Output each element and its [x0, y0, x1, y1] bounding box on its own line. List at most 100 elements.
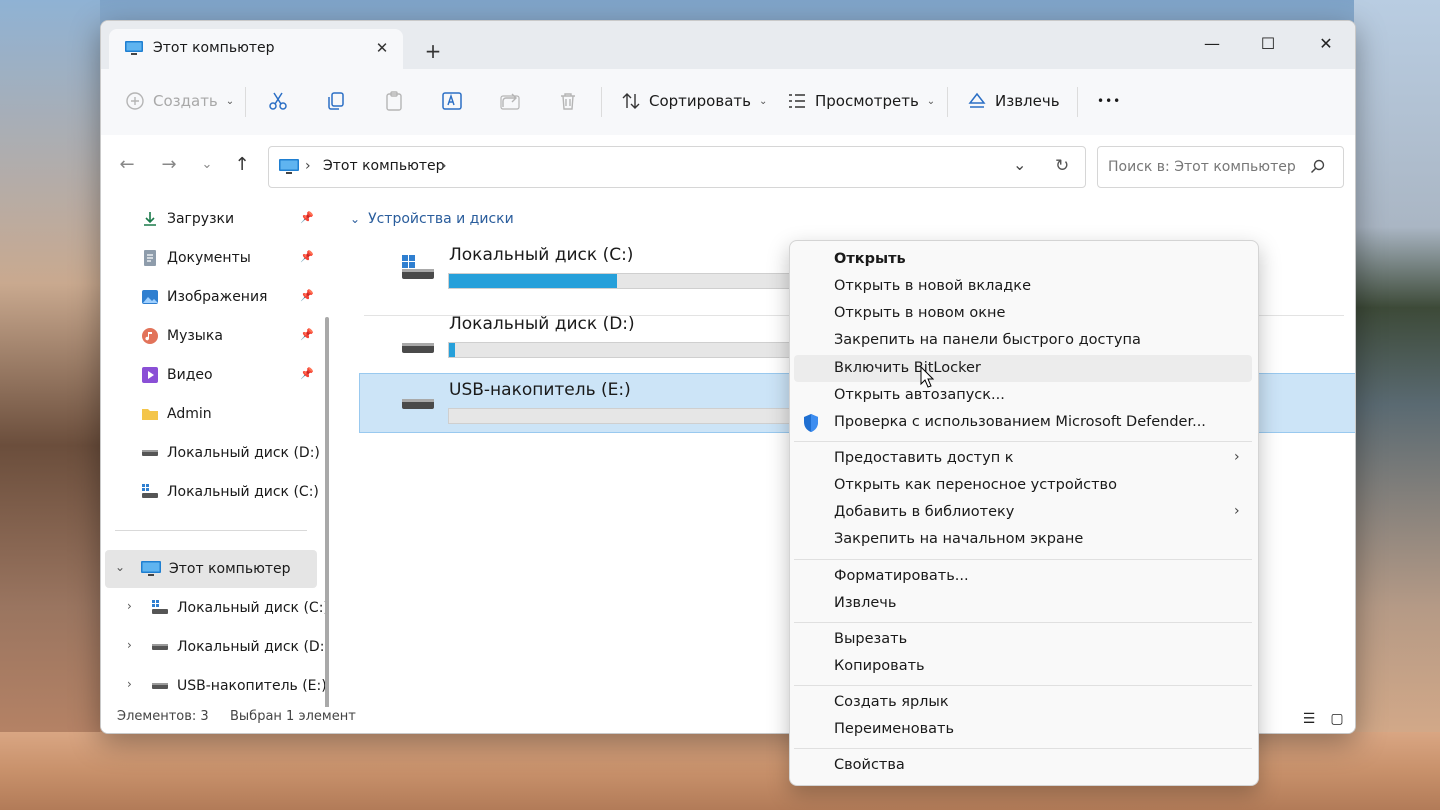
up-arrow-icon[interactable]: ↑ [230, 153, 254, 177]
sidebar-item-local-disk-c[interactable]: Локальный диск (C:) [141, 477, 319, 507]
chevron-right-icon[interactable]: › [127, 638, 132, 652]
sort-icon [622, 93, 640, 109]
sidebar-item-downloads[interactable]: Загрузки [141, 204, 234, 234]
command-bar: Создать ⌄ Сортировать ⌄ Просмотреть ⌄ Из… [101, 69, 1355, 136]
sidebar-scrollbar[interactable] [325, 317, 329, 733]
menu-item-cut[interactable]: Вырезать [834, 631, 907, 647]
view-label: Просмотреть [815, 92, 919, 110]
menu-item-open-as-portable[interactable]: Открыть как переносное устройство [834, 477, 1117, 493]
usb-drive-icon [402, 399, 434, 409]
pin-icon: 📌 [300, 289, 314, 302]
maximize-button[interactable]: ☐ [1245, 29, 1291, 59]
close-button[interactable]: ✕ [1303, 29, 1349, 59]
menu-item-enable-bitlocker[interactable]: Включить BitLocker [834, 360, 981, 376]
menu-item-open-new-tab[interactable]: Открыть в новой вкладке [834, 278, 1031, 294]
eject-button[interactable]: Извлечь [967, 83, 1060, 119]
folder-icon [142, 409, 158, 420]
tree-item-local-disk-c[interactable]: Локальный диск (C:) [151, 593, 329, 623]
tree-item-local-disk-d[interactable]: Локальный диск (D:) [151, 632, 330, 662]
menu-item-add-to-library[interactable]: Добавить в библиотеку [834, 504, 1014, 520]
breadcrumb-chevron-icon[interactable]: › [305, 158, 311, 174]
menu-separator [794, 685, 1252, 686]
menu-item-create-shortcut[interactable]: Создать ярлык [834, 694, 949, 710]
group-header-devices[interactable]: ⌄ Устройства и диски [350, 211, 514, 227]
sidebar-item-pictures[interactable]: Изображения [141, 282, 267, 312]
tab-close-button[interactable]: ✕ [371, 37, 393, 59]
pin-icon: 📌 [300, 328, 314, 341]
menu-item-pin-to-start[interactable]: Закрепить на начальном экране [834, 531, 1083, 547]
context-menu: Открыть Открыть в новой вкладке Открыть … [789, 240, 1259, 786]
back-arrow-icon[interactable]: ← [115, 153, 139, 177]
cut-button[interactable] [267, 83, 289, 119]
breadcrumb-this-pc[interactable]: Этот компьютер [323, 158, 445, 174]
more-options-button[interactable]: ••• [1097, 83, 1121, 119]
breadcrumb-chevron-icon[interactable]: › [441, 158, 447, 174]
sidebar-item-label: Загрузки [167, 211, 235, 227]
minimize-button[interactable]: — [1189, 29, 1235, 59]
eject-label: Извлечь [995, 92, 1060, 110]
tab-this-pc[interactable]: Этот компьютер ✕ [109, 29, 403, 69]
chevron-down-icon: ⌄ [926, 95, 936, 107]
paste-button[interactable] [383, 83, 405, 119]
sort-button[interactable]: Сортировать ⌄ [621, 83, 767, 119]
menu-item-give-access[interactable]: Предоставить доступ к [834, 450, 1014, 466]
sidebar-item-video[interactable]: Видео [141, 360, 213, 390]
documents-icon [144, 250, 156, 266]
refresh-icon[interactable]: ↻ [1055, 156, 1069, 176]
menu-item-open-new-window[interactable]: Открыть в новом окне [834, 305, 1005, 321]
sidebar-item-local-disk-d[interactable]: Локальный диск (D:) [141, 438, 320, 468]
address-bar[interactable]: › Этот компьютер › ⌄ ↻ [268, 146, 1086, 188]
chevron-down-icon[interactable]: ⌄ [115, 560, 125, 574]
menu-item-pin-quick-access[interactable]: Закрепить на панели быстрого доступа [834, 332, 1141, 348]
menu-item-properties[interactable]: Свойства [834, 757, 905, 773]
pictures-icon [142, 290, 158, 304]
mouse-cursor-icon [920, 366, 934, 388]
search-icon[interactable] [1310, 159, 1326, 175]
chevron-right-icon: › [1234, 503, 1240, 519]
share-button[interactable] [499, 83, 521, 119]
address-history-chevron-icon[interactable]: ⌄ [1013, 155, 1026, 174]
new-tab-button[interactable]: + [421, 39, 445, 63]
chevron-right-icon[interactable]: › [127, 599, 132, 613]
chevron-right-icon[interactable]: › [127, 677, 132, 691]
search-box[interactable]: Поиск в: Этот компьютер [1097, 146, 1344, 188]
sidebar-item-label: Документы [167, 250, 251, 266]
menu-item-rename[interactable]: Переименовать [834, 721, 954, 737]
usb-drive-icon [152, 683, 168, 689]
pin-icon: 📌 [300, 211, 314, 224]
sidebar-item-admin[interactable]: Admin [141, 399, 212, 429]
drive-icon [142, 450, 158, 456]
menu-item-open[interactable]: Открыть [834, 251, 906, 267]
drive-usage-fill [449, 343, 456, 357]
create-button[interactable]: Создать ⌄ [125, 83, 234, 119]
sidebar-item-this-pc[interactable]: Этот компьютер [141, 554, 291, 584]
list-view-icon [789, 94, 805, 108]
desktop-wallpaper-left [0, 0, 100, 810]
sidebar-divider [115, 530, 307, 531]
menu-separator [794, 441, 1252, 442]
rename-button[interactable] [441, 83, 463, 119]
drive-label: Локальный диск (D:) [449, 314, 635, 334]
tiles-view-icon[interactable]: ▢ [1327, 709, 1347, 729]
details-view-icon[interactable]: ☰ [1299, 709, 1319, 729]
tree-item-usb-drive-e[interactable]: USB-накопитель (E:) [151, 671, 327, 701]
drive-icon [152, 644, 168, 650]
recent-locations-chevron-icon[interactable]: ⌄ [195, 153, 219, 177]
copy-button[interactable] [325, 83, 347, 119]
menu-item-open-autoplay[interactable]: Открыть автозапуск... [834, 387, 1005, 403]
eject-icon [968, 92, 986, 108]
sidebar-item-music[interactable]: Музыка [141, 321, 223, 351]
view-button[interactable]: Просмотреть ⌄ [787, 83, 935, 119]
delete-button[interactable] [557, 83, 579, 119]
forward-arrow-icon[interactable]: → [157, 153, 181, 177]
menu-item-eject[interactable]: Извлечь [834, 595, 896, 611]
menu-separator [794, 748, 1252, 749]
scissors-icon [269, 92, 287, 110]
chevron-down-icon: ⌄ [225, 95, 235, 107]
menu-item-defender-scan[interactable]: Проверка с использованием Microsoft Defe… [834, 414, 1206, 430]
menu-item-copy[interactable]: Копировать [834, 658, 925, 674]
sidebar-item-documents[interactable]: Документы [141, 243, 251, 273]
menu-item-format[interactable]: Форматировать... [834, 568, 969, 584]
plus-circle-icon [126, 92, 144, 110]
drive-icon [402, 343, 434, 353]
